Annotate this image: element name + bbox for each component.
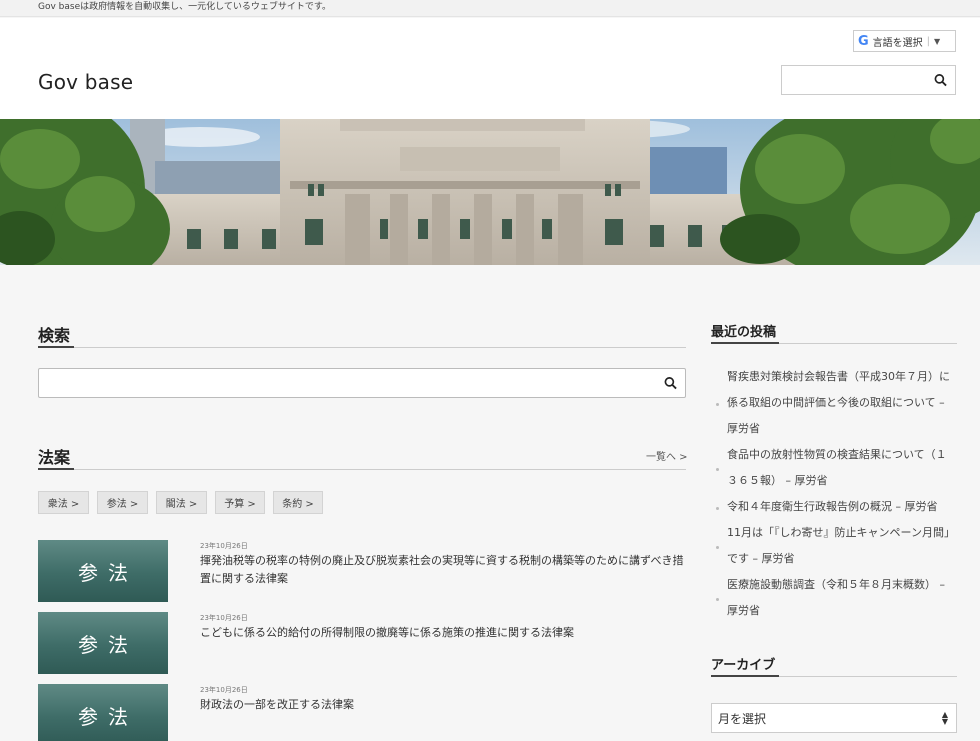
main-content: 検索 法案 一覧へ > 衆法 > 参法 > 閣法 > 予算 > 条約 > 参法 … <box>0 265 980 741</box>
site-notice-text: Gov baseは政府情報を自動収集し、一元化しているウェブサイトです。 <box>38 2 331 12</box>
article-date: 23年10月26日 <box>200 686 248 694</box>
google-translate-icon: G <box>858 33 869 49</box>
category-button-shuho[interactable]: 衆法 > <box>38 491 89 514</box>
archive-heading: アーカイブ <box>711 658 776 673</box>
article-date: 23年10月26日 <box>200 542 248 550</box>
site-notice-bar: Gov baseは政府情報を自動収集し、一元化しているウェブサイトです。 <box>0 0 980 17</box>
bullet-icon <box>716 403 719 406</box>
archive-month-select[interactable]: 月を選択 ▲ ▼ <box>711 703 957 733</box>
search-icon[interactable] <box>664 377 677 390</box>
article-thumbnail[interactable]: 参法 <box>38 540 168 602</box>
site-header: Gov base G 言語を選択 | ▼ <box>0 18 980 119</box>
heading-underline <box>711 675 779 677</box>
bills-more-link[interactable]: 一覧へ > <box>646 448 688 463</box>
category-button-yosan[interactable]: 予算 > <box>215 491 265 514</box>
language-select-label: 言語を選択 <box>872 37 923 49</box>
chevron-down-icon: ▼ <box>934 36 941 46</box>
heading-divider <box>38 347 686 348</box>
article-thumbnail[interactable]: 参法 <box>38 684 168 741</box>
article-title-link[interactable]: 財政法の一部を改正する法律案 <box>200 696 684 714</box>
recent-posts-list: 腎疾患対策検討会報告書（平成30年７月）に係る取組の中間評価と今後の取組について… <box>711 364 957 624</box>
language-select[interactable]: G 言語を選択 | ▼ <box>853 30 956 52</box>
category-button-kakuho[interactable]: 閣法 > <box>156 491 207 514</box>
bullet-icon <box>716 468 719 471</box>
bullet-icon <box>716 546 719 549</box>
recent-post-link[interactable]: 医療施設動態調査（令和５年８月末概数） – 厚労省 <box>711 572 957 624</box>
heading-underline <box>38 468 74 470</box>
category-button-sanpo[interactable]: 参法 > <box>97 491 148 514</box>
article-title-link[interactable]: 揮発油税等の税率の特例の廃止及び脱炭素社会の実現等に資する税制の構築等のために講… <box>200 552 684 588</box>
hero-banner-image <box>0 119 980 265</box>
article-date: 23年10月26日 <box>200 614 248 622</box>
heading-underline <box>711 342 779 344</box>
search-section-heading: 検索 <box>38 326 71 345</box>
article-item[interactable]: 参法 23年10月26日 揮発油税等の税率の特例の廃止及び脱炭素社会の実現等に資… <box>38 540 686 604</box>
bullet-icon <box>716 507 719 510</box>
recent-post-link[interactable]: 食品中の放射性物質の検査結果について（１３６５報） – 厚労省 <box>711 442 957 494</box>
article-title-link[interactable]: こどもに係る公的給付の所得制限の撤廃等に係る施策の推進に関する法律案 <box>200 624 684 642</box>
recent-post-link[interactable]: 腎疾患対策検討会報告書（平成30年７月）に係る取組の中間評価と今後の取組について… <box>711 364 957 442</box>
article-thumbnail[interactable]: 参法 <box>38 612 168 674</box>
main-search-input[interactable] <box>38 368 686 398</box>
recent-post-link[interactable]: 令和４年度衛生行政報告例の概況 – 厚労省 <box>711 494 957 520</box>
site-title[interactable]: Gov base <box>38 70 133 94</box>
search-icon[interactable] <box>934 74 947 87</box>
select-updown-icon: ▲ ▼ <box>941 710 948 726</box>
recent-posts-heading: 最近の投稿 <box>711 325 777 340</box>
article-item[interactable]: 参法 23年10月26日 財政法の一部を改正する法律案 <box>38 684 686 741</box>
article-item[interactable]: 参法 23年10月26日 こどもに係る公的給付の所得制限の撤廃等に係る施策の推進… <box>38 612 686 676</box>
bullet-icon <box>716 598 719 601</box>
archive-select-value: 月を選択 <box>718 711 767 726</box>
category-button-joyaku[interactable]: 条約 > <box>273 491 323 514</box>
recent-post-link[interactable]: 11月は「『しわ寄せ』防止キャンペーン月間」です – 厚労省 <box>711 520 957 572</box>
heading-divider <box>38 469 686 470</box>
header-search-input[interactable] <box>781 65 956 95</box>
heading-underline <box>38 346 74 348</box>
language-select-divider: | <box>926 35 931 47</box>
bills-section-heading: 法案 <box>38 448 71 467</box>
